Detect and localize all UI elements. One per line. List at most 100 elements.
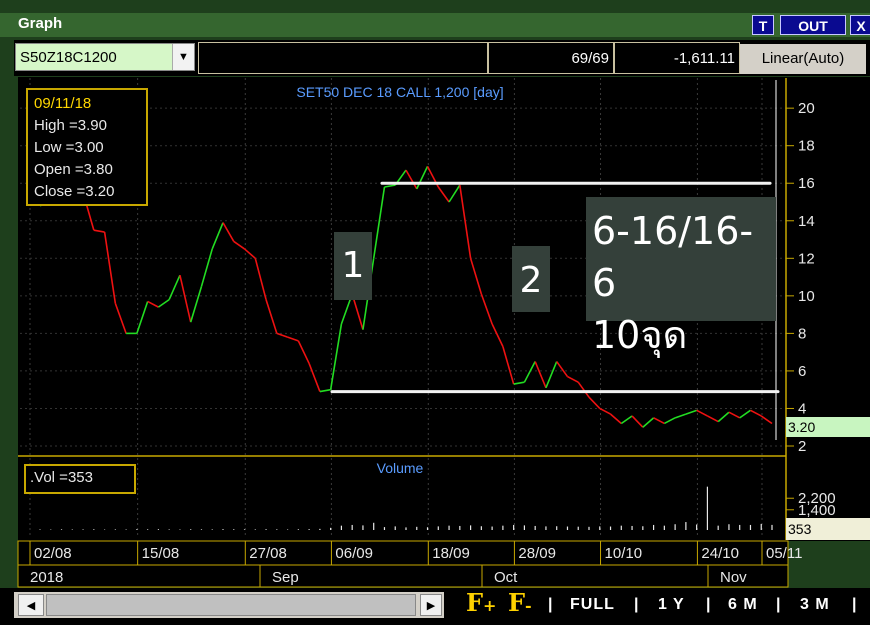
price-segment (319, 388, 331, 393)
price-segment (567, 375, 579, 383)
price-segment (276, 332, 288, 338)
x-tick-label: 28/09 (518, 545, 556, 562)
info-low: Low =3.00 (34, 139, 104, 156)
price-segment (696, 409, 708, 417)
price-segment (147, 300, 159, 308)
price-segment (663, 417, 676, 425)
annotation-label-1: 1 (334, 232, 372, 300)
y-tick-label: 16 (798, 175, 815, 192)
y-tick-label: 6 (798, 363, 806, 380)
price-segment (739, 409, 751, 419)
x-tick-label: 06/09 (335, 545, 373, 562)
price-segment (523, 361, 536, 383)
range-6m-button[interactable]: 6 M (728, 596, 758, 614)
price-segment (211, 222, 224, 250)
price-segment (610, 413, 622, 425)
price-segment (265, 299, 278, 334)
x-tick-label: 18/09 (432, 545, 470, 562)
scroll-thumb[interactable] (46, 594, 416, 616)
x-tick-label: 05/11 (766, 545, 802, 562)
period-label: Nov (720, 569, 747, 586)
x-tick-label: 27/08 (249, 545, 287, 562)
price-segment (372, 186, 386, 259)
price-segment (405, 169, 418, 190)
nav-separator: | (776, 596, 782, 613)
price-segment (685, 409, 697, 415)
range-full-button[interactable]: FULL (570, 596, 615, 614)
price-segment (103, 231, 117, 304)
price-segment (416, 165, 429, 190)
price-segment (577, 381, 590, 398)
price-segment (599, 407, 611, 415)
price-segment (707, 415, 719, 423)
price-segment (384, 184, 396, 188)
nav-separator: | (852, 596, 858, 613)
price-segment (750, 409, 762, 417)
y-tick-label: 4 (798, 400, 806, 417)
y-tick-label: 20 (798, 100, 815, 117)
price-segment (556, 361, 569, 378)
annotation-range-box: 6-16/16-6 10จุด (586, 197, 776, 357)
price-segment (297, 340, 310, 364)
price-segment (179, 275, 192, 323)
annotation-label-2: 2 (512, 246, 550, 312)
price-segment (136, 301, 149, 334)
price-segment (502, 346, 515, 385)
y-tick-label: 18 (798, 138, 815, 155)
range-3m-button[interactable]: 3 M (800, 596, 830, 614)
last-price-badge: 3.20 (786, 417, 870, 437)
price-segment (244, 248, 256, 259)
price-segment (728, 411, 741, 419)
price-segment (437, 186, 450, 203)
nav-separator: | (706, 596, 712, 613)
info-high: High =3.90 (34, 117, 107, 134)
price-segment (480, 293, 493, 325)
annotation-points-text: 10จุด (592, 313, 688, 357)
chart-title: SET50 DEC 18 CALL 1,200 [day] (296, 84, 503, 100)
price-segment (233, 240, 245, 250)
period-label: Oct (494, 569, 518, 586)
y-tick-label: 12 (798, 250, 815, 267)
price-segment (168, 274, 181, 300)
x-tick-label: 15/08 (142, 545, 180, 562)
x-tick-label: 02/08 (34, 545, 72, 562)
price-segment (469, 258, 483, 295)
price-segment (760, 415, 773, 425)
price-segment (642, 417, 655, 428)
x-tick-label: 10/10 (605, 545, 643, 562)
price-segment (308, 363, 321, 392)
price-segment (513, 381, 525, 385)
date-axis (17, 540, 789, 566)
period-axis (17, 564, 789, 588)
font-decrease-button[interactable]: F- (508, 588, 532, 617)
price-segment (114, 303, 127, 334)
price-segment (93, 229, 105, 233)
annotation-range-text: 6-16/16-6 (592, 209, 754, 305)
range-1y-button[interactable]: 1 Y (658, 596, 685, 614)
ohlc-info-box: 09/11/18 High =3.90 Low =3.00 Open =3.80… (26, 88, 148, 206)
volume-info-box: .Vol =353 (24, 464, 136, 494)
info-date: 09/11/18 (34, 95, 92, 112)
price-segment (200, 248, 214, 287)
price-segment (448, 184, 461, 203)
scroll-left-icon[interactable]: ◀ (18, 594, 44, 616)
font-increase-button[interactable]: F+ (466, 588, 496, 617)
vol-tick-label: 2,200 (798, 490, 836, 507)
x-tick-label: 24/10 (701, 545, 739, 562)
price-segment (545, 361, 558, 389)
price-segment (534, 361, 547, 389)
info-close: Close =3.20 (34, 183, 115, 200)
price-segment (717, 411, 730, 423)
price-segment (287, 336, 299, 342)
scroll-right-icon[interactable]: ▶ (420, 594, 442, 616)
period-label: 2018 (30, 569, 63, 586)
period-label: Sep (272, 569, 299, 586)
nav-separator: | (548, 596, 554, 613)
nav-separator: | (634, 596, 640, 613)
last-volume-badge: 353 (786, 518, 870, 540)
price-segment (222, 222, 235, 242)
info-open: Open =3.80 (34, 161, 113, 178)
price-segment (254, 258, 267, 300)
price-segment (653, 417, 665, 425)
y-tick-label: 2 (798, 438, 806, 455)
